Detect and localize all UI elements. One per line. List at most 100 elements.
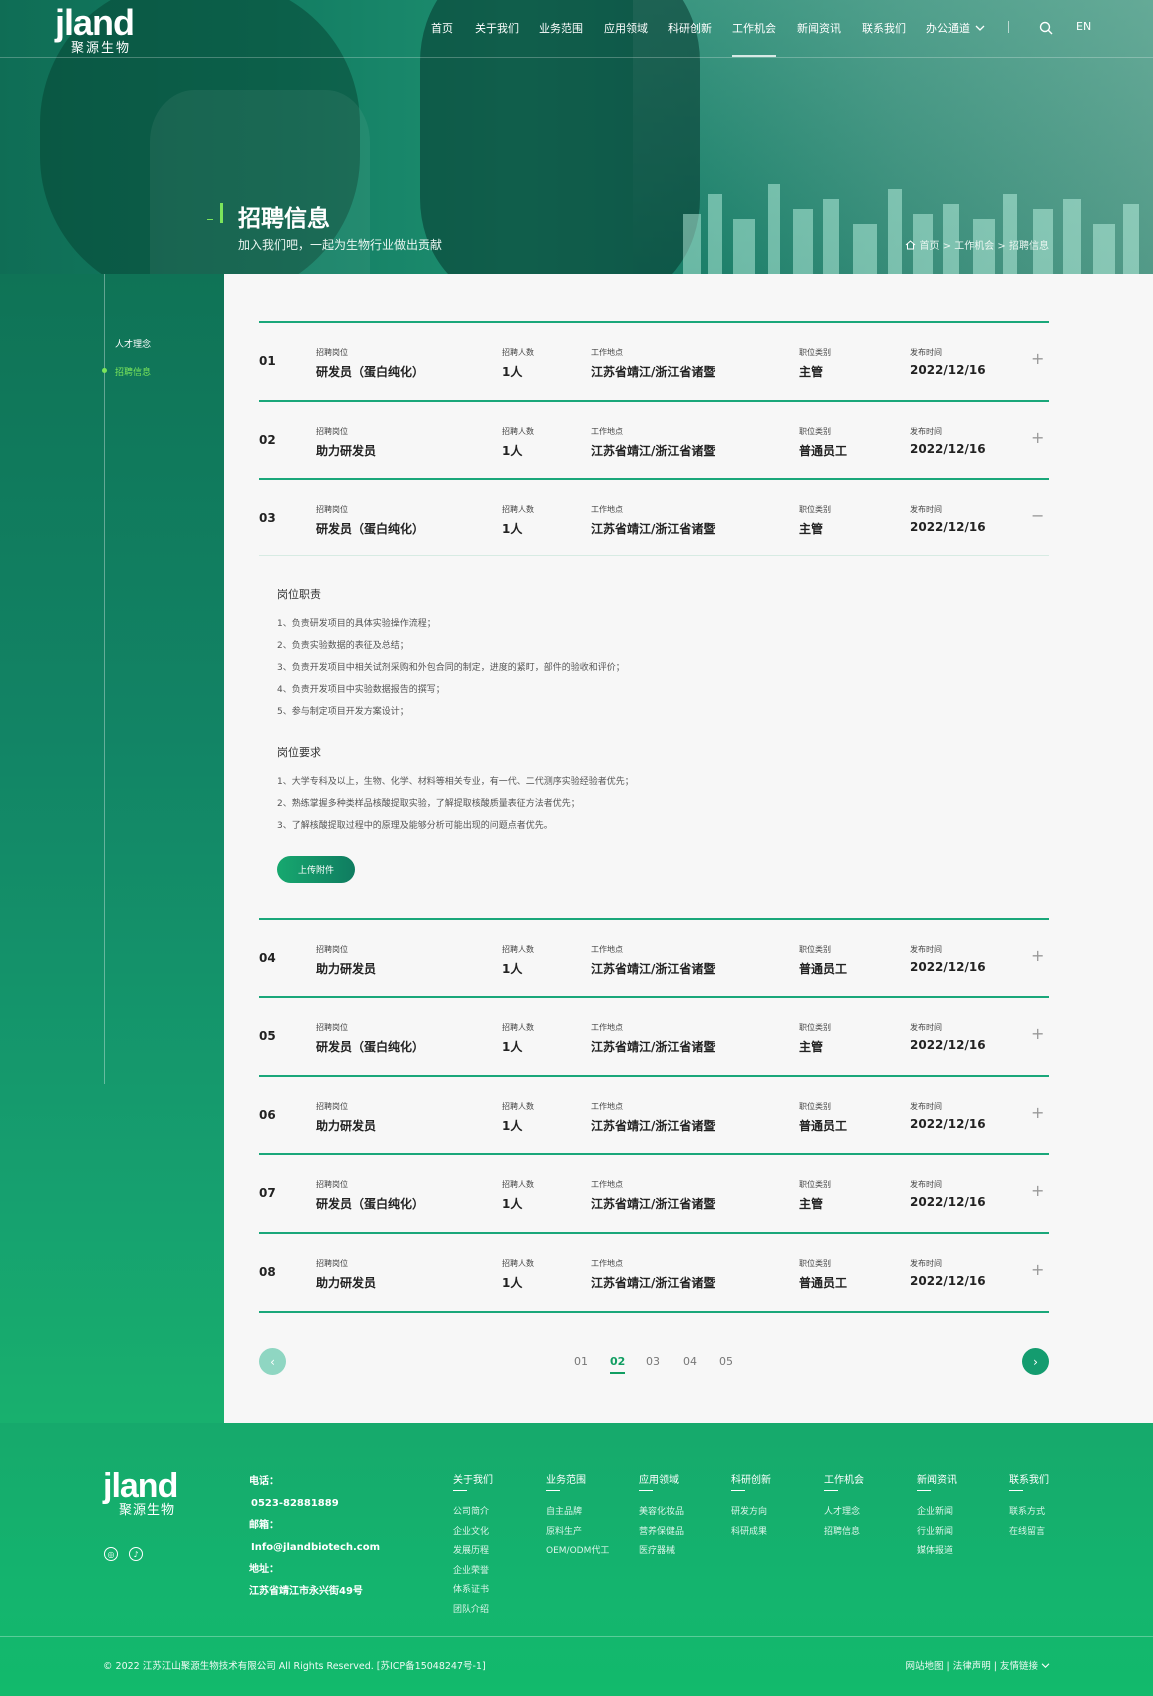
nav-item-applications[interactable]: 应用领域 <box>604 20 648 36</box>
footer-logo[interactable]: jland 聚源生物 <box>103 1469 178 1518</box>
job-row[interactable]: 06 招聘岗位 助力研发员 招聘人数 1人 工作地点 江苏省靖江/浙江省诸暨 职位类别 普通员工… <box>259 1075 1049 1153</box>
job-row[interactable]: 07 招聘岗位 研发员（蛋白纯化） 招聘人数 1人 工作地点 江苏省靖江/浙江省诸暨 职位类别… <box>259 1153 1049 1231</box>
footer-link[interactable]: 联系方式 <box>1009 1503 1049 1523</box>
footer-link[interactable]: 媒体报道 <box>917 1542 957 1562</box>
nav-item-home[interactable]: 首页 <box>431 20 453 36</box>
job-row[interactable]: 08 招聘岗位 助力研发员 招聘人数 1人 工作地点 江苏省靖江/浙江省诸暨 职位类别 普通员工… <box>259 1232 1049 1310</box>
pagination: ‹ 01 02 03 04 05 › <box>259 1348 1049 1376</box>
footer-link[interactable]: 招聘信息 <box>824 1523 864 1543</box>
job-field-value: 主管 <box>799 365 824 379</box>
footer-column-heading[interactable]: 联系我们 <box>1009 1471 1049 1486</box>
nav-item-business[interactable]: 业务范围 <box>539 20 583 36</box>
expand-icon[interactable]: + <box>1031 349 1044 368</box>
nav-item-research[interactable]: 科研创新 <box>668 20 712 36</box>
page-link[interactable]: 05 <box>719 1355 733 1368</box>
job-field-position: 招聘岗位 研发员（蛋白纯化） <box>316 504 424 537</box>
job-field-value: 江苏省靖江/浙江省诸暨 <box>591 365 716 379</box>
job-row[interactable]: 03 招聘岗位 研发员（蛋白纯化） 招聘人数 1人 工作地点 江苏省靖江/浙江省诸暨 职位类别… <box>259 478 1049 556</box>
requirement-item: 2、熟练掌握多种类样品核酸提取实验，了解提取核酸质量表征方法者优先； <box>277 799 580 809</box>
expand-icon[interactable]: + <box>1031 1181 1044 1200</box>
nav-item-careers[interactable]: 工作机会 <box>732 20 776 57</box>
footer-column-heading[interactable]: 应用领域 <box>639 1471 684 1486</box>
footer-link[interactable]: 公司简介 <box>453 1503 493 1523</box>
breadcrumb-text[interactable]: 首页 > 工作机会 > 招聘信息 <box>920 237 1049 252</box>
expand-icon[interactable]: + <box>1031 946 1044 965</box>
job-number: 07 <box>259 1186 276 1200</box>
page-link[interactable]: 03 <box>646 1355 660 1368</box>
job-field-value: 2022/12/16 <box>910 960 986 974</box>
expand-icon[interactable]: + <box>1031 1024 1044 1043</box>
footer-link[interactable]: 企业新闻 <box>917 1503 957 1523</box>
footer-link[interactable]: 科研成果 <box>731 1523 771 1543</box>
footer-links[interactable]: 网站地图 | 法律声明 | 友情链接 <box>905 1658 1050 1672</box>
job-field-value: 2022/12/16 <box>910 442 986 456</box>
footer-link[interactable]: 发展历程 <box>453 1542 493 1562</box>
email-value[interactable]: Info@jlandbiotech.com <box>251 1537 380 1559</box>
page-link-current[interactable]: 02 <box>610 1355 626 1374</box>
prev-page-button[interactable]: ‹ <box>259 1348 286 1375</box>
job-row[interactable]: 01 招聘岗位 研发员（蛋白纯化） 招聘人数 1人 工作地点 江苏省靖江/浙江省诸暨 职位类别… <box>259 321 1049 399</box>
footer-link[interactable]: 体系证书 <box>453 1581 493 1601</box>
job-field-label: 招聘人数 <box>502 945 534 954</box>
job-row[interactable]: 05 招聘岗位 研发员（蛋白纯化） 招聘人数 1人 工作地点 江苏省靖江/浙江省诸暨 职位类别… <box>259 996 1049 1074</box>
job-field-label: 工作地点 <box>591 1023 623 1032</box>
footer-link[interactable]: 自主品牌 <box>546 1503 609 1523</box>
next-page-button[interactable]: › <box>1022 1348 1049 1375</box>
job-field-position: 招聘岗位 研发员（蛋白纯化） <box>316 1179 424 1212</box>
footer-link[interactable]: 研发方向 <box>731 1503 771 1523</box>
footer-link[interactable]: 企业文化 <box>453 1523 493 1543</box>
nav-item-contact[interactable]: 联系我们 <box>862 20 906 36</box>
wechat-icon[interactable]: ◎ <box>104 1547 118 1561</box>
job-field-label: 工作地点 <box>591 348 623 357</box>
site-logo[interactable]: jland 聚源生物 <box>55 5 135 57</box>
page-link[interactable]: 01 <box>574 1355 588 1368</box>
job-field-value: 江苏省靖江/浙江省诸暨 <box>591 1040 716 1054</box>
job-field-category: 职位类别 主管 <box>799 1179 831 1212</box>
footer-link[interactable]: 美容化妆品 <box>639 1503 684 1523</box>
expand-icon[interactable]: + <box>1031 428 1044 447</box>
footer-link[interactable]: 医疗器械 <box>639 1542 684 1562</box>
footer-link[interactable]: 人才理念 <box>824 1503 864 1523</box>
job-field-label: 职位类别 <box>799 1023 831 1032</box>
nav-item-about[interactable]: 关于我们 <box>475 20 519 36</box>
expand-icon[interactable]: + <box>1031 1103 1044 1122</box>
job-field-position: 招聘岗位 助力研发员 <box>316 426 376 459</box>
job-row[interactable]: 02 招聘岗位 助力研发员 招聘人数 1人 工作地点 江苏省靖江/浙江省诸暨 职位类别 普通员工… <box>259 400 1049 478</box>
footer-contact: 电话： 0523-82881889 邮箱： Info@jlandbiotech.… <box>249 1471 380 1603</box>
sidebar: 人才理念 招聘信息 <box>0 274 224 1423</box>
page-link[interactable]: 04 <box>683 1355 697 1368</box>
job-field-label: 工作地点 <box>591 427 623 436</box>
upload-attachment-button[interactable]: 上传附件 <box>277 856 355 883</box>
job-row[interactable]: 04 招聘岗位 助力研发员 招聘人数 1人 工作地点 江苏省靖江/浙江省诸暨 职位类别 普通员工… <box>259 918 1049 996</box>
footer-link[interactable]: OEM/ODM代工 <box>546 1542 609 1562</box>
sidebar-item-talent[interactable]: 人才理念 <box>115 337 151 350</box>
nav-item-office[interactable]: 办公通道 <box>926 20 985 36</box>
job-field-date: 发布时间 2022/12/16 <box>910 1022 986 1052</box>
job-field-label: 招聘岗位 <box>316 945 348 954</box>
job-field-value: 2022/12/16 <box>910 520 986 534</box>
footer-link[interactable]: 营养保健品 <box>639 1523 684 1543</box>
language-switch[interactable]: EN <box>1076 20 1091 33</box>
job-field-value: 2022/12/16 <box>910 1195 986 1209</box>
footer-link[interactable]: 原料生产 <box>546 1523 609 1543</box>
expand-icon[interactable]: + <box>1031 1260 1044 1279</box>
footer-link[interactable]: 在线留言 <box>1009 1523 1049 1543</box>
sidebar-item-recruitment[interactable]: 招聘信息 <box>115 365 151 378</box>
footer-column-heading[interactable]: 业务范围 <box>546 1471 609 1486</box>
home-icon[interactable] <box>905 239 916 250</box>
footer-link[interactable]: 企业荣誉 <box>453 1562 493 1582</box>
job-field-label: 招聘岗位 <box>316 1102 348 1111</box>
nav-item-news[interactable]: 新闻资讯 <box>797 20 841 36</box>
collapse-icon[interactable]: − <box>1031 506 1044 525</box>
footer-link[interactable]: 行业新闻 <box>917 1523 957 1543</box>
footer-link[interactable]: 团队介绍 <box>453 1601 493 1621</box>
address-value: 江苏省靖江市永兴街49号 <box>249 1586 363 1597</box>
footer-column-heading[interactable]: 工作机会 <box>824 1471 864 1486</box>
job-field-label: 招聘人数 <box>502 427 534 436</box>
footer-column-heading[interactable]: 关于我们 <box>453 1471 493 1486</box>
tiktok-icon[interactable]: ♪ <box>129 1547 143 1561</box>
job-field-label: 发布时间 <box>910 1023 942 1032</box>
footer-column-heading[interactable]: 科研创新 <box>731 1471 771 1486</box>
search-icon[interactable] <box>1039 21 1053 35</box>
footer-column-heading[interactable]: 新闻资讯 <box>917 1471 957 1486</box>
